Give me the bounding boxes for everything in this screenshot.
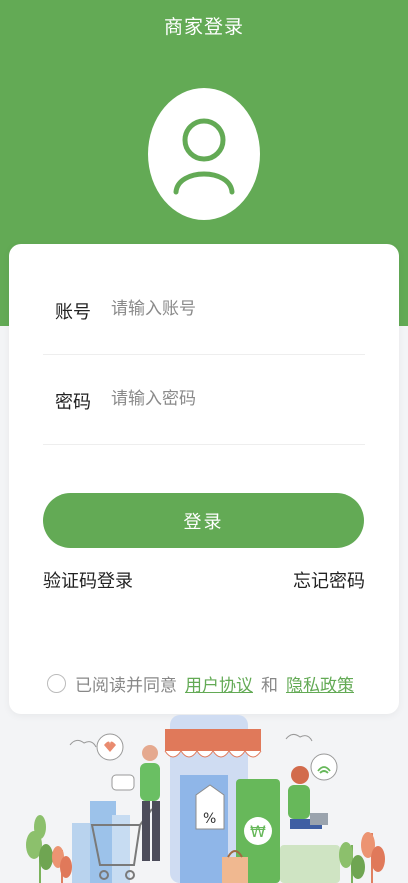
password-row: 密码 <box>43 354 365 445</box>
discount-tag-icon: % <box>195 784 225 830</box>
sms-login-link[interactable]: 验证码登录 <box>43 567 133 593</box>
plant-left-icon <box>26 815 72 883</box>
svg-text:%: % <box>203 811 216 827</box>
cloud-icon <box>69 739 97 748</box>
agreement-checkbox[interactable] <box>47 673 66 693</box>
shopping-illustration: % ₩ <box>26 715 385 883</box>
login-button[interactable]: 登录 <box>43 493 364 548</box>
password-input[interactable] <box>111 384 361 414</box>
password-label: 密码 <box>55 392 91 413</box>
credit-card-icon <box>280 845 340 883</box>
wifi-bubble-icon <box>310 753 338 781</box>
login-card: 账号 密码 登录 验证码登录 忘记密码 已阅读并同意 用户协议 和 隐私政策 <box>9 244 399 714</box>
user-agreement-link[interactable]: 用户协议 <box>185 671 253 696</box>
privacy-policy-link[interactable]: 隐私政策 <box>286 671 354 696</box>
agreement-row: 已阅读并同意 用户协议 和 隐私政策 <box>47 671 354 696</box>
forgot-password-link[interactable]: 忘记密码 <box>293 567 365 593</box>
plant-right-icon <box>339 832 385 883</box>
account-input[interactable] <box>111 294 361 324</box>
cloud-icon <box>285 733 313 742</box>
shopper-person-icon <box>140 745 160 861</box>
user-icon <box>173 118 235 195</box>
agreement-and: 和 <box>261 675 278 696</box>
page-title: 商家登录 <box>163 16 244 38</box>
chat-bubble-icon <box>111 774 135 791</box>
svg-text:₩: ₩ <box>250 822 266 841</box>
avatar <box>148 88 260 220</box>
agreement-prefix: 已阅读并同意 <box>75 675 177 696</box>
account-row: 账号 <box>43 264 365 355</box>
account-label: 账号 <box>55 302 91 323</box>
